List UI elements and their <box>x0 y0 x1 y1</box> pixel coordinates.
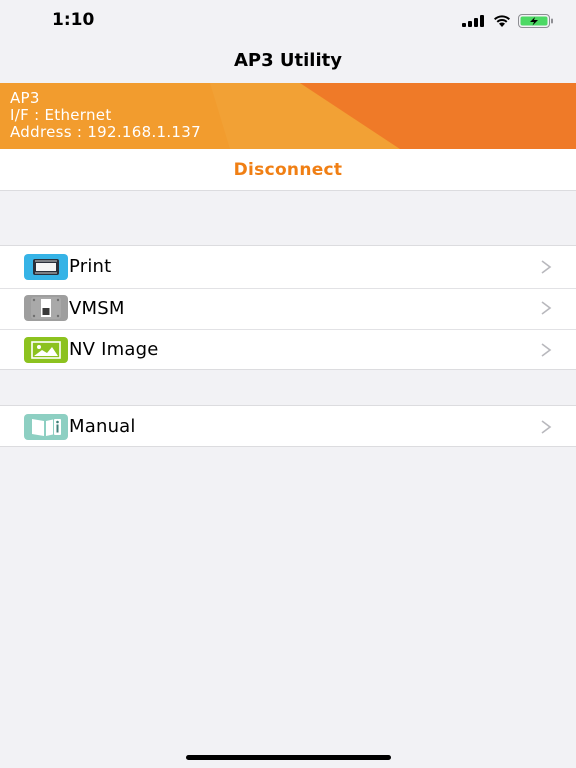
menu-item-nv-image[interactable]: NV Image <box>0 329 576 371</box>
switch-icon <box>24 295 68 322</box>
device-name: AP3 <box>10 89 40 107</box>
menu-group-tools: Print VMSM NV Image <box>0 245 576 370</box>
home-indicator[interactable] <box>186 755 391 760</box>
image-icon <box>24 336 68 363</box>
status-bar: 1:10 <box>0 0 576 42</box>
chevron-right-icon <box>541 260 552 274</box>
device-interface: I/F : Ethernet <box>10 106 112 124</box>
status-icons <box>462 13 554 29</box>
page-title: AP3 Utility <box>234 50 342 71</box>
disconnect-button[interactable]: Disconnect <box>0 149 576 191</box>
menu-item-manual[interactable]: Manual <box>0 406 576 448</box>
chevron-right-icon <box>541 420 552 434</box>
cellular-signal-icon <box>462 15 484 27</box>
status-time: 1:10 <box>52 10 95 30</box>
menu-item-print[interactable]: Print <box>0 246 576 288</box>
disconnect-label: Disconnect <box>233 159 343 180</box>
menu-group-help: Manual <box>0 405 576 447</box>
chevron-right-icon <box>541 343 552 357</box>
navigation-bar: AP3 Utility <box>0 42 576 83</box>
battery-charging-icon <box>518 14 553 28</box>
menu-item-vmsm[interactable]: VMSM <box>0 287 576 330</box>
menu-item-label: Manual <box>69 416 136 438</box>
device-address: Address : 192.168.1.137 <box>10 123 201 141</box>
menu-item-label: VMSM <box>69 297 125 319</box>
chevron-right-icon <box>541 301 552 315</box>
book-info-icon <box>24 413 68 440</box>
printer-icon <box>24 253 68 280</box>
device-info-banner: AP3 I/F : Ethernet Address : 192.168.1.1… <box>0 83 576 149</box>
device-info: AP3 I/F : Ethernet Address : 192.168.1.1… <box>10 90 201 141</box>
wifi-icon <box>494 15 510 27</box>
menu-item-label: Print <box>69 256 112 278</box>
menu-item-label: NV Image <box>69 339 159 361</box>
